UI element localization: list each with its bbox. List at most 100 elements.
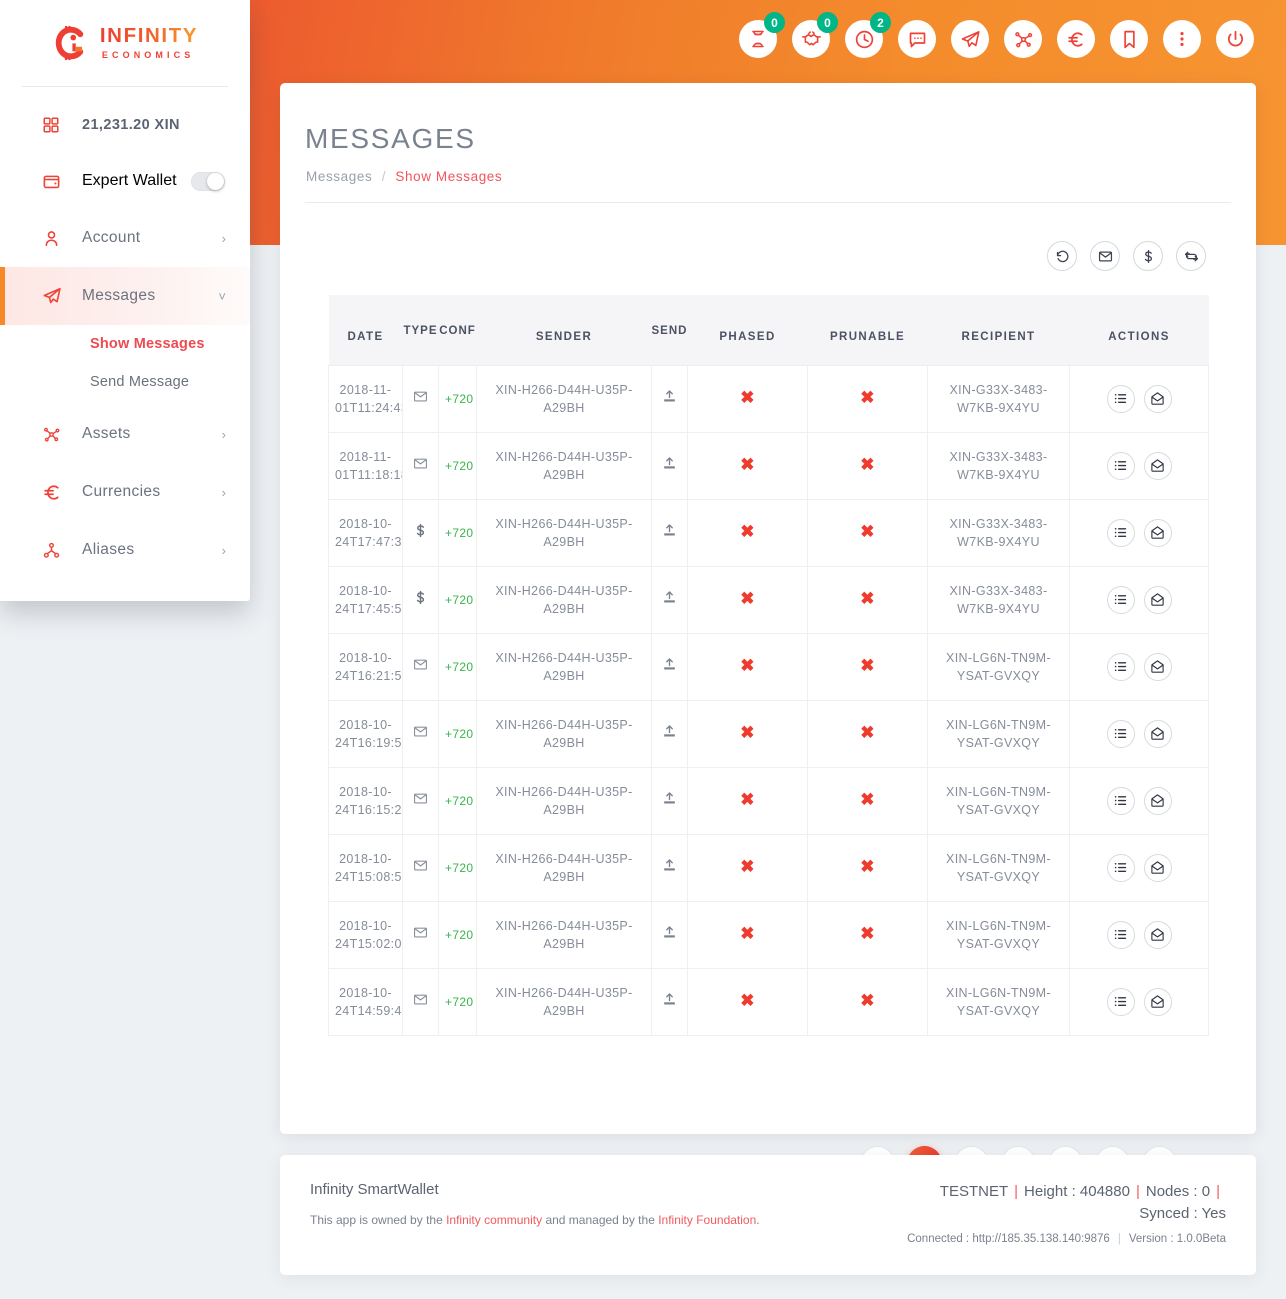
- sidebar-item-expert-wallet[interactable]: Expert Wallet: [0, 153, 250, 209]
- clock-icon[interactable]: 2: [845, 12, 891, 58]
- open-message-button[interactable]: [1143, 451, 1172, 480]
- open-message-button[interactable]: [1143, 786, 1172, 815]
- assets-icon[interactable]: [1004, 20, 1042, 58]
- brand-logo[interactable]: INFINITY ECONOMICS: [0, 0, 250, 86]
- submenu-item-send-message[interactable]: Send Message: [0, 363, 250, 401]
- open-message-button[interactable]: [1143, 719, 1172, 748]
- upload-icon: [662, 523, 677, 541]
- cell-send[interactable]: [651, 431, 688, 500]
- table-row[interactable]: 2018-10- 24T16:15:25 +720 XIN-H266-D44H-U35…: [328, 766, 1209, 835]
- cell-confirmations: +720: [438, 699, 477, 768]
- cell-confirmations: +720: [438, 900, 477, 969]
- cell-sender: XIN-H266-D44H-U35P-A29BH: [476, 565, 652, 634]
- paper-plane-icon[interactable]: [951, 20, 989, 58]
- cell-date: 2018-10- 24T16:19:58: [328, 699, 403, 768]
- footer-foundation-link[interactable]: Infinity Foundation: [658, 1213, 756, 1227]
- power-icon[interactable]: [1216, 20, 1254, 58]
- open-message-button[interactable]: [1143, 920, 1172, 949]
- breadcrumb-parent[interactable]: Messages: [306, 169, 372, 184]
- sidebar-item-aliases[interactable]: Aliases ›: [0, 521, 250, 579]
- table-row[interactable]: 2018-10- 24T17:47:38 +720 XIN-H266-D44H-U35…: [328, 498, 1209, 567]
- sidebar-item-messages[interactable]: Messages ˅: [0, 267, 250, 325]
- sidebar: INFINITY ECONOMICS 21,231.20 XIN Expert …: [0, 0, 250, 601]
- upload-icon: [662, 791, 677, 809]
- expert-wallet-toggle[interactable]: [190, 171, 225, 191]
- cell-send[interactable]: [651, 900, 688, 969]
- cross-icon: ✖: [860, 857, 875, 876]
- breadcrumb-current[interactable]: Show Messages: [395, 169, 502, 184]
- envelope-icon: [413, 927, 428, 943]
- table-row[interactable]: 2018-10- 24T16:19:58 +720 XIN-H266-D44H-U35…: [328, 699, 1209, 768]
- details-button[interactable]: [1106, 518, 1135, 547]
- details-button[interactable]: [1106, 384, 1135, 413]
- details-button[interactable]: [1106, 719, 1135, 748]
- cell-send[interactable]: [651, 833, 688, 902]
- chat-icon[interactable]: [898, 20, 936, 58]
- bookmark-icon[interactable]: [1110, 20, 1148, 58]
- details-button[interactable]: [1106, 786, 1135, 815]
- hourglass-icon[interactable]: 0: [739, 12, 785, 58]
- details-button[interactable]: [1106, 585, 1135, 614]
- cell-send[interactable]: [651, 699, 688, 768]
- dollar-button[interactable]: [1133, 241, 1163, 271]
- euro-icon[interactable]: [1057, 20, 1095, 58]
- more-vertical-icon[interactable]: [1163, 20, 1201, 58]
- sidebar-item-currencies[interactable]: Currencies ›: [0, 463, 250, 521]
- wallet-balance: 21,231.20 XIN: [82, 117, 180, 133]
- col-header-actions[interactable]: ACTIONS: [1069, 295, 1209, 365]
- sidebar-item-assets[interactable]: Assets ›: [0, 405, 250, 463]
- cell-send[interactable]: [651, 498, 688, 567]
- undo-button[interactable]: [1047, 241, 1077, 271]
- col-header-send[interactable]: SEND: [651, 295, 688, 365]
- details-button[interactable]: [1106, 652, 1135, 681]
- submenu-item-show-messages[interactable]: Show Messages: [0, 325, 250, 363]
- details-button[interactable]: [1106, 853, 1135, 882]
- handshake-icon[interactable]: 0: [792, 12, 838, 58]
- open-message-button[interactable]: [1143, 853, 1172, 882]
- col-header-phased[interactable]: PHASED: [687, 295, 808, 365]
- table-row[interactable]: 2018-10- 24T15:02:00 +720 XIN-H266-D44H-U35…: [328, 900, 1209, 969]
- table-row[interactable]: 2018-11- 01T11:24:43 +720 XIN-H266-D44H-U35…: [328, 364, 1209, 433]
- table-row[interactable]: 2018-10- 24T16:21:57 +720 XIN-H266-D44H-U35…: [328, 632, 1209, 701]
- open-message-button[interactable]: [1143, 384, 1172, 413]
- cell-send[interactable]: [651, 632, 688, 701]
- cross-icon: ✖: [740, 991, 755, 1010]
- table-row[interactable]: 2018-10- 24T17:45:59 +720 XIN-H266-D44H-U35…: [328, 565, 1209, 634]
- open-message-button[interactable]: [1143, 518, 1172, 547]
- col-header-prunable[interactable]: PRUNABLE: [807, 295, 928, 365]
- table-row[interactable]: 2018-10- 24T14:59:43 +720 XIN-H266-D44H-U35…: [328, 967, 1209, 1036]
- footer-community-link[interactable]: Infinity community: [446, 1213, 542, 1227]
- details-button[interactable]: [1106, 987, 1135, 1016]
- table-row[interactable]: 2018-10- 24T15:08:57 +720 XIN-H266-D44H-U35…: [328, 833, 1209, 902]
- details-button[interactable]: [1106, 451, 1135, 480]
- table-row[interactable]: 2018-11- 01T11:18:18 +720 XIN-H266-D44H-U35…: [328, 431, 1209, 500]
- cell-send[interactable]: [651, 967, 688, 1036]
- refresh-button[interactable]: [1176, 241, 1206, 271]
- cell-send[interactable]: [651, 565, 688, 634]
- col-header-date[interactable]: DATE: [328, 295, 403, 365]
- col-header-recipient[interactable]: RECIPIENT: [927, 295, 1070, 365]
- upload-icon: [662, 925, 677, 943]
- cell-phased: ✖: [687, 833, 808, 902]
- cell-recipient: XIN-G33X-3483-W7KB-9X4YU: [927, 431, 1070, 500]
- sidebar-item-account[interactable]: Account ›: [0, 209, 250, 267]
- col-header-type[interactable]: TYPE: [402, 295, 439, 365]
- cell-send[interactable]: [651, 364, 688, 433]
- sidebar-item-balance[interactable]: 21,231.20 XIN: [0, 97, 250, 153]
- messages-table: DATE TYPE CONF SENDER SEND PHASED PRUNAB…: [328, 295, 1209, 1036]
- cell-send[interactable]: [651, 766, 688, 835]
- col-header-sender[interactable]: SENDER: [476, 295, 652, 365]
- cell-date: 2018-10- 24T16:21:57: [328, 632, 403, 701]
- footer-network-status: TESTNET | Height : 404880 | Nodes : 0 | Synced…: [806, 1181, 1226, 1225]
- open-message-button[interactable]: [1143, 585, 1172, 614]
- envelope-button[interactable]: [1090, 241, 1120, 271]
- cell-recipient: XIN-LG6N-TN9M-YSAT-GVXQY: [927, 967, 1070, 1036]
- cell-type: [402, 766, 439, 835]
- col-header-conf[interactable]: CONF: [438, 295, 477, 365]
- open-message-button[interactable]: [1143, 987, 1172, 1016]
- details-button[interactable]: [1106, 920, 1135, 949]
- cell-phased: ✖: [687, 967, 808, 1036]
- open-message-button[interactable]: [1143, 652, 1172, 681]
- cell-phased: ✖: [687, 498, 808, 567]
- footer-connected: Connected : http://185.35.138.140:9876: [907, 1233, 1110, 1245]
